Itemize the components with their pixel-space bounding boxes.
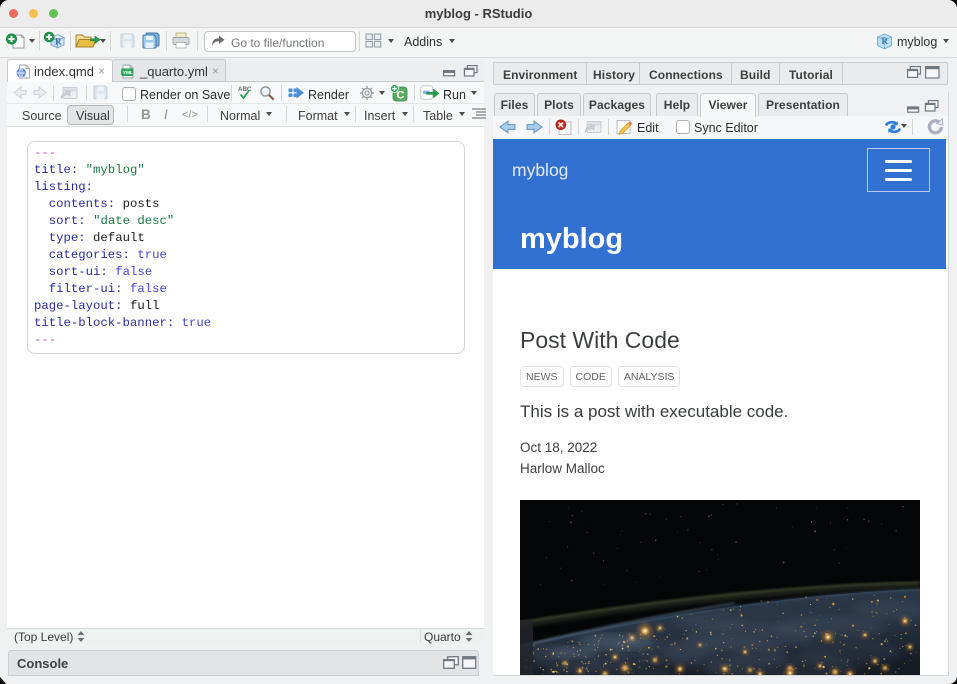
svg-text:R: R	[882, 36, 889, 46]
svg-text:YML: YML	[123, 70, 133, 76]
svg-text:R: R	[55, 37, 62, 47]
svg-text:ABC: ABC	[238, 86, 252, 93]
